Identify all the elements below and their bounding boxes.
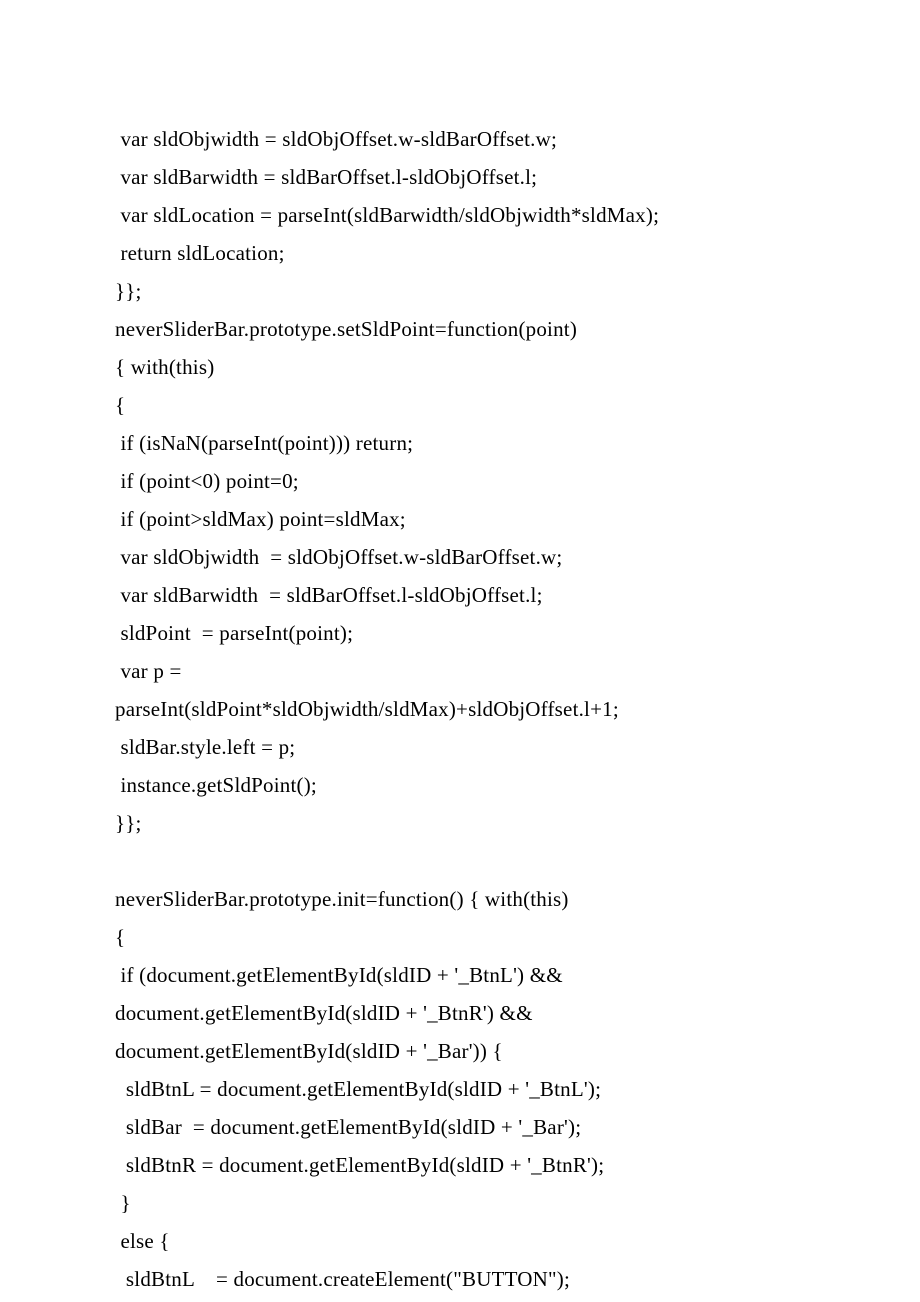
code-line: parseInt(sldPoint*sldObjwidth/sldMax)+sl… xyxy=(115,690,805,728)
code-line: { xyxy=(115,918,805,956)
code-line: sldBtnR = document.getElementById(sldID … xyxy=(115,1146,805,1184)
code-line: var p = xyxy=(115,652,805,690)
code-line: if (document.getElementById(sldID + '_Bt… xyxy=(115,956,805,994)
code-line: { with(this) xyxy=(115,348,805,386)
code-line: document.getElementById(sldID + '_Bar'))… xyxy=(115,1032,805,1070)
code-line: var sldObjwidth = sldObjOffset.w-sldBarO… xyxy=(115,538,805,576)
code-line: if (point>sldMax) point=sldMax; xyxy=(115,500,805,538)
code-line: neverSliderBar.prototype.init=function()… xyxy=(115,880,805,918)
code-line: var sldObjwidth = sldObjOffset.w-sldBarO… xyxy=(115,120,805,158)
code-line: var sldLocation = parseInt(sldBarwidth/s… xyxy=(115,196,805,234)
code-line: var sldBarwidth = sldBarOffset.l-sldObjO… xyxy=(115,576,805,614)
code-line: { xyxy=(115,386,805,424)
code-block: var sldObjwidth = sldObjOffset.w-sldBarO… xyxy=(115,120,805,1298)
code-line: } xyxy=(115,1184,805,1222)
code-line: sldPoint = parseInt(point); xyxy=(115,614,805,652)
code-line: if (isNaN(parseInt(point))) return; xyxy=(115,424,805,462)
code-line: document.getElementById(sldID + '_BtnR')… xyxy=(115,994,805,1032)
code-line: sldBtnL = document.getElementById(sldID … xyxy=(115,1070,805,1108)
code-line xyxy=(115,842,805,880)
code-line: var sldBarwidth = sldBarOffset.l-sldObjO… xyxy=(115,158,805,196)
code-line: sldBar.style.left = p; xyxy=(115,728,805,766)
code-line: }}; xyxy=(115,804,805,842)
code-line: sldBar = document.getElementById(sldID +… xyxy=(115,1108,805,1146)
code-line: else { xyxy=(115,1222,805,1260)
code-line: instance.getSldPoint(); xyxy=(115,766,805,804)
code-line: sldBtnL = document.createElement("BUTTON… xyxy=(115,1260,805,1298)
code-line: return sldLocation; xyxy=(115,234,805,272)
code-line: if (point<0) point=0; xyxy=(115,462,805,500)
code-line: neverSliderBar.prototype.setSldPoint=fun… xyxy=(115,310,805,348)
code-line: }}; xyxy=(115,272,805,310)
